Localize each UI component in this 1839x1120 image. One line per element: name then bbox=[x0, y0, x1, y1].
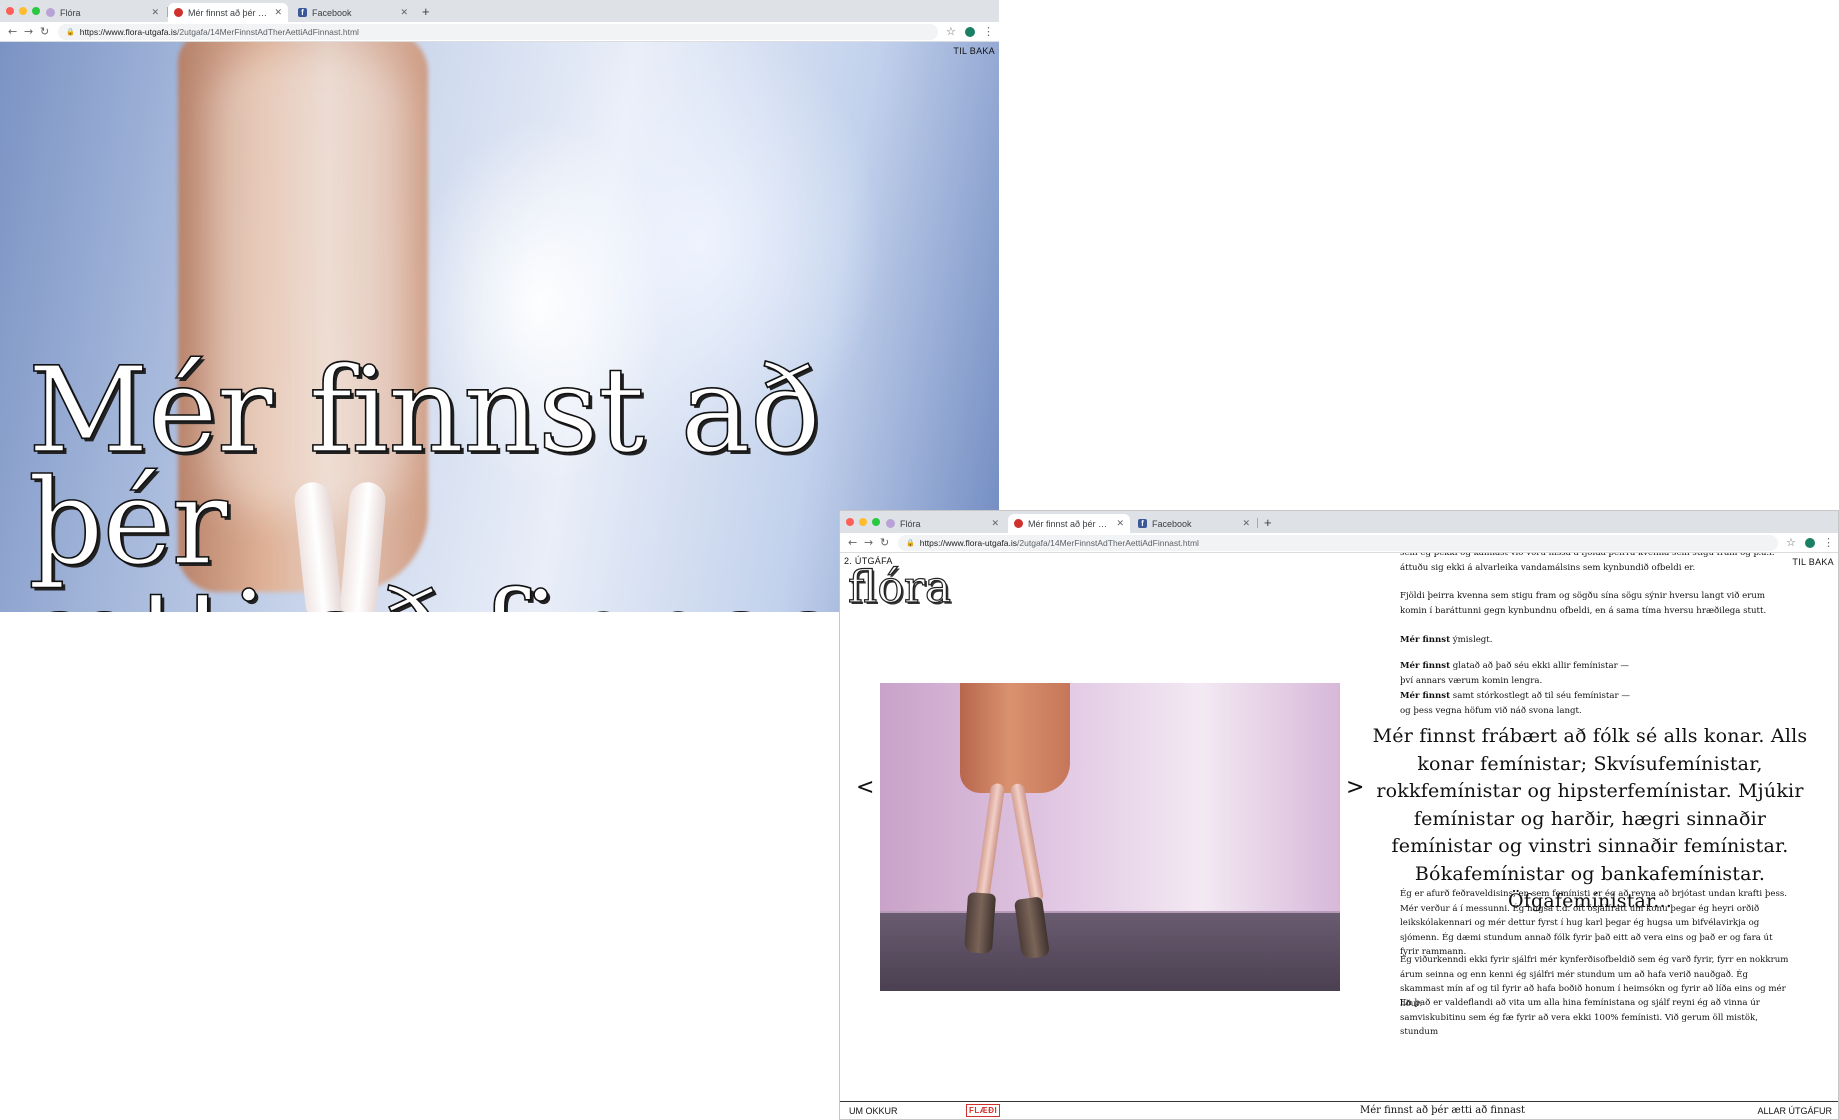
facebook-favicon-icon: f bbox=[1138, 519, 1147, 528]
tab-strip: Flóra ✕ Mér finnst að þér ætti að finna.… bbox=[840, 511, 1838, 533]
back-link[interactable]: TIL BAKA bbox=[1792, 557, 1834, 567]
browser-toolbar: ← → ↻ 🔒 https://www.flora-utgafa.is/2utg… bbox=[840, 533, 1838, 553]
flora-favicon-icon bbox=[46, 8, 55, 17]
reload-icon[interactable]: ↻ bbox=[40, 25, 49, 38]
menu-kebab-icon[interactable]: ⋮ bbox=[1823, 536, 1834, 549]
zoom-window-button[interactable] bbox=[32, 7, 40, 15]
back-link[interactable]: TIL BAKA bbox=[953, 46, 995, 56]
tab-label: Mér finnst að þér ætti að finna... bbox=[188, 7, 270, 18]
url-path: /2utgafa/14MerFinnstAdTherAettiAdFinnast… bbox=[1017, 538, 1199, 548]
article-title-footer: Mér finnst að þér ætti að finnast bbox=[1360, 1105, 1526, 1116]
window-controls bbox=[846, 518, 880, 526]
paragraph: Mér finnst samt stórkostlegt að til séu … bbox=[1400, 689, 1790, 718]
browser-window-article: Flóra ✕ Mér finnst að þér ætti að finna.… bbox=[839, 510, 1839, 1120]
paragraph: Fjöldi þeirra kvenna sem stigu fram og s… bbox=[1400, 591, 1767, 616]
address-bar[interactable]: 🔒 https://www.flora-utgafa.is/2utgafa/14… bbox=[58, 24, 938, 40]
close-tab-icon[interactable]: ✕ bbox=[1242, 518, 1250, 529]
all-issues-link[interactable]: ALLAR ÚTGÁFUR bbox=[1757, 1106, 1832, 1116]
tab-label: Flóra bbox=[60, 7, 81, 18]
forward-arrow-icon[interactable]: → bbox=[24, 25, 33, 38]
tab-strip: Flóra ✕ Mér finnst að þér ætti að finna.… bbox=[0, 0, 999, 22]
back-arrow-icon[interactable]: ← bbox=[8, 25, 17, 38]
tab-separator bbox=[1257, 518, 1258, 528]
flaedi-link[interactable]: FLÆÐI bbox=[966, 1104, 1001, 1117]
paragraph-rest: ýmislegt. bbox=[1450, 635, 1493, 645]
paragraph: Ég er afurð feðraveldisins, en sem femín… bbox=[1400, 889, 1787, 957]
paragraph-rest: og þess vegna höfum við náð svona langt. bbox=[1400, 705, 1582, 716]
back-arrow-icon[interactable]: ← bbox=[848, 536, 857, 549]
tab-facebook[interactable]: f Facebook ✕ bbox=[292, 3, 414, 22]
carousel-prev-icon[interactable]: < bbox=[856, 775, 874, 800]
minimize-window-button[interactable] bbox=[19, 7, 27, 15]
bookmark-star-icon[interactable]: ☆ bbox=[946, 25, 956, 38]
photo-dress bbox=[960, 683, 1070, 793]
close-window-button[interactable] bbox=[846, 518, 854, 526]
tab-article[interactable]: Mér finnst að þér ætti að finna... ✕ bbox=[1008, 514, 1130, 533]
minimize-window-button[interactable] bbox=[859, 518, 867, 526]
url-host: https://www.flora-utgafa.is bbox=[919, 538, 1018, 548]
paragraph-rest: glatað að það séu ekki allir femínistar … bbox=[1450, 661, 1630, 671]
flora-favicon-icon bbox=[886, 519, 895, 528]
flora-red-favicon-icon bbox=[174, 8, 183, 17]
profile-avatar-icon[interactable] bbox=[965, 27, 975, 37]
close-tab-icon[interactable]: ✕ bbox=[991, 518, 999, 529]
about-link[interactable]: UM OKKUR bbox=[849, 1106, 898, 1116]
tab-label: Facebook bbox=[312, 7, 352, 18]
new-tab-button[interactable]: + bbox=[1264, 515, 1272, 530]
paragraph-rest: samt stórkostlegt að til séu femínistar … bbox=[1450, 691, 1630, 701]
flora-logo[interactable]: flóra bbox=[847, 562, 951, 613]
lock-icon: 🔒 bbox=[66, 29, 75, 36]
paragraph: Mér finnst ýmislegt. bbox=[1400, 633, 1790, 648]
address-bar[interactable]: 🔒 https://www.flora-utgafa.is/2utgafa/14… bbox=[898, 535, 1778, 551]
tab-label: Mér finnst að þér ætti að finna... bbox=[1028, 518, 1113, 529]
close-tab-icon[interactable]: ✕ bbox=[274, 7, 282, 18]
url-host: https://www.flora-utgafa.is bbox=[79, 27, 178, 37]
profile-avatar-icon[interactable] bbox=[1805, 538, 1815, 548]
article-photo bbox=[880, 683, 1340, 991]
new-tab-button[interactable]: + bbox=[422, 4, 430, 19]
reload-icon[interactable]: ↻ bbox=[880, 536, 889, 549]
carousel-next-icon[interactable]: > bbox=[1346, 775, 1364, 800]
url-path: /2utgafa/14MerFinnstAdTherAettiAdFinnast… bbox=[177, 27, 359, 37]
paragraph-rest: því annars værum komin lengra. bbox=[1400, 675, 1543, 686]
bookmark-star-icon[interactable]: ☆ bbox=[1786, 536, 1796, 549]
close-tab-icon[interactable]: ✕ bbox=[1116, 518, 1124, 529]
browser-toolbar: ← → ↻ 🔒 https://www.flora-utgafa.is/2utg… bbox=[0, 22, 999, 42]
tab-facebook[interactable]: f Facebook ✕ bbox=[1132, 514, 1256, 533]
lock-icon: 🔒 bbox=[906, 540, 915, 547]
paragraph: sem ég þekki og kannast við voru hissa á… bbox=[1400, 553, 1775, 573]
tab-flora[interactable]: Flóra ✕ bbox=[880, 514, 1005, 533]
close-tab-icon[interactable]: ✕ bbox=[400, 7, 408, 18]
tab-flora[interactable]: Flóra ✕ bbox=[40, 3, 165, 22]
article-page: 2. ÚTGÁFA flóra TIL BAKA < > sem ég þekk… bbox=[840, 553, 1838, 1119]
paragraph: Mér finnst glatað að það séu ekki allir … bbox=[1400, 659, 1790, 688]
paragraph: En það er valdeflandi að vita um alla hi… bbox=[1400, 998, 1760, 1037]
window-controls bbox=[6, 7, 40, 15]
tab-article[interactable]: Mér finnst að þér ætti að finna... ✕ bbox=[168, 3, 288, 22]
paragraph-lead: Mér finnst bbox=[1400, 635, 1451, 645]
close-window-button[interactable] bbox=[6, 7, 14, 15]
bottom-nav-bar: UM OKKUR FLÆÐI Mér finnst að þér ætti að… bbox=[840, 1101, 1838, 1119]
tab-label: Flóra bbox=[900, 518, 921, 529]
paragraph-lead: Mér finnst bbox=[1400, 661, 1451, 671]
facebook-favicon-icon: f bbox=[298, 8, 307, 17]
forward-arrow-icon[interactable]: → bbox=[864, 536, 873, 549]
photo-boot bbox=[963, 892, 997, 954]
close-tab-icon[interactable]: ✕ bbox=[151, 7, 159, 18]
tab-label: Facebook bbox=[1152, 518, 1192, 529]
zoom-window-button[interactable] bbox=[872, 518, 880, 526]
paragraph-lead: Mér finnst bbox=[1400, 691, 1451, 701]
menu-kebab-icon[interactable]: ⋮ bbox=[983, 25, 994, 38]
flora-red-favicon-icon bbox=[1014, 519, 1023, 528]
